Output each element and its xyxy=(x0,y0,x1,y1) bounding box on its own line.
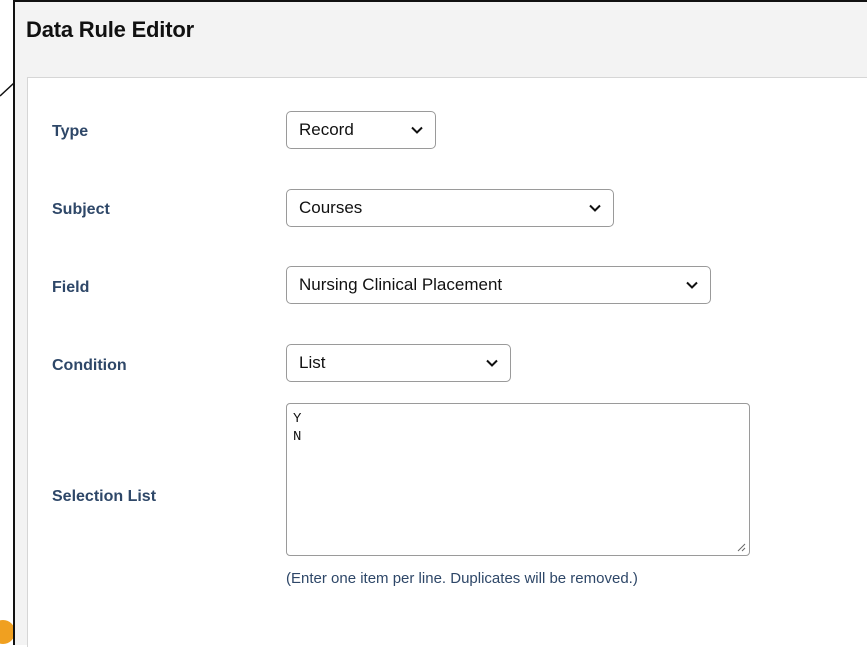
selection-list-line: Y xyxy=(293,411,302,427)
subject-select[interactable]: Courses xyxy=(286,189,614,227)
subject-label: Subject xyxy=(52,201,110,218)
type-select[interactable]: Record xyxy=(286,111,436,149)
chevron-down-icon xyxy=(674,267,710,303)
field-label: Field xyxy=(52,279,90,296)
field-select[interactable]: Nursing Clinical Placement xyxy=(286,266,711,304)
condition-label: Condition xyxy=(52,357,127,374)
selection-list-help-text: (Enter one item per line. Duplicates wil… xyxy=(286,570,638,587)
condition-select-value: List xyxy=(299,353,326,372)
field-select-value: Nursing Clinical Placement xyxy=(299,275,503,294)
selection-list-label: Selection List xyxy=(52,488,157,505)
dialog-title: Data Rule Editor xyxy=(26,17,194,42)
selection-list-textarea[interactable]: Y N xyxy=(286,403,750,556)
data-rule-editor-dialog: Data Rule Editor Type Record Subject Cou… xyxy=(13,0,867,647)
chevron-down-icon xyxy=(577,190,613,226)
type-label: Type xyxy=(52,123,89,140)
chevron-down-icon xyxy=(474,345,510,381)
chevron-down-icon xyxy=(399,112,435,148)
subject-select-value: Courses xyxy=(299,198,363,217)
resize-handle-icon[interactable] xyxy=(737,543,746,552)
condition-select[interactable]: List xyxy=(286,344,511,382)
rule-form-panel: Type Record Subject Courses Field Nursin… xyxy=(27,77,867,647)
selection-list-line: N xyxy=(293,429,302,445)
type-select-value: Record xyxy=(299,120,354,139)
